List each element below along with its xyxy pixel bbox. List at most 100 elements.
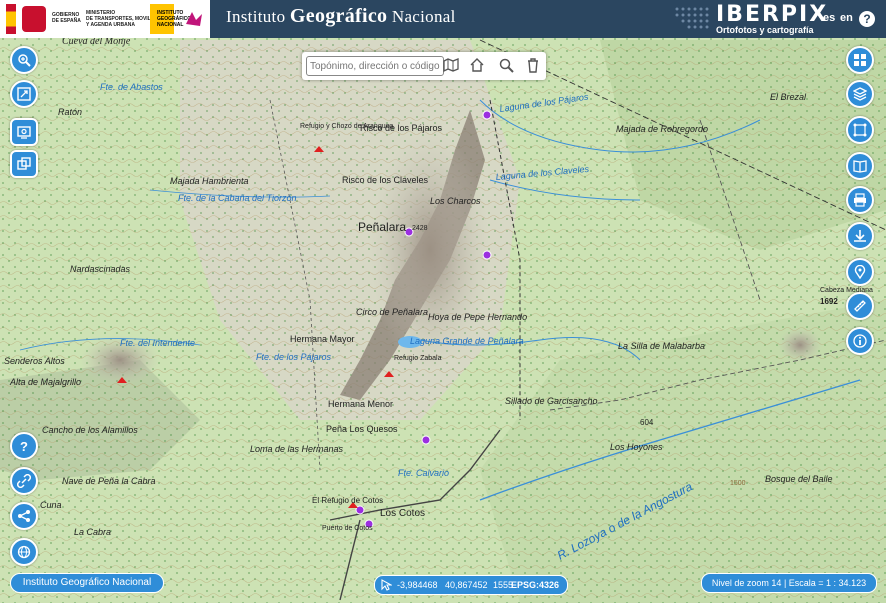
route-marker[interactable] [482,250,492,260]
svg-text:?: ? [20,439,28,453]
trash-icon[interactable] [525,57,541,73]
layers-button[interactable] [846,80,874,108]
search-input[interactable] [306,56,444,76]
map-label: Hoya de Pepe Hernando [428,312,527,322]
download-button[interactable] [846,222,874,250]
map-label: La Cabra [74,527,111,537]
coat-of-arms-icon [22,6,46,32]
book-map-icon [853,160,867,173]
measure-button[interactable] [846,292,874,320]
map-label: El Refugio de Cotos [312,496,383,505]
map-label: Majada Hambrienta [170,176,249,186]
lang-es-link[interactable]: es [823,12,835,24]
printer-icon [854,193,866,207]
map-label: Bosque del Baile [765,474,833,484]
map-label: Peñalara [358,220,406,234]
globe-icon [17,545,31,559]
map-label: 1692 [820,297,838,306]
route-marker[interactable] [421,435,431,445]
print-button[interactable] [846,186,874,214]
coord-epsg: EPSG:4326 [511,580,560,590]
map-label: La Silla de Malabarba [618,341,705,351]
map-label: Circo de Peñalara [356,307,428,317]
share-button[interactable] [10,502,38,530]
map-label: Loma de las Hermanas [250,444,344,454]
map-label: Majada de Robregordo [616,124,708,134]
help-button[interactable]: ? [859,11,875,27]
topographic-map[interactable]: Cueva del Monje Fte. de Abastos Ratón Re… [0,0,886,603]
compare-icon [17,157,31,170]
link-button[interactable] [10,467,38,495]
map-label: Nave de Peña la Cabra [62,476,156,486]
map-label: Los Cotos [380,508,425,519]
government-logo-block: GOBIERNO DE ESPAÑA MINISTERIO DE TRANSPO… [0,0,210,38]
ign-title-bold: Geográfico [289,5,388,27]
ign-title-suffix: Nacional [387,7,456,26]
screen-icon [17,126,31,139]
app-subtitle: Ortofotos y cartografía [716,25,814,35]
map-label: Cuna [40,500,62,510]
screen-button[interactable] [10,118,38,146]
zoom-scale-readout: Nivel de zoom 14 | Escala = 1 : 34.123 [701,573,877,593]
map-label: 2428 [412,225,428,232]
grid-menu-icon [854,54,866,66]
route-marker[interactable] [482,110,492,120]
gov-line: DE ESPAÑA [52,18,81,24]
draw-shape-icon [853,123,867,137]
zoom-in-button[interactable] [10,46,38,74]
map-label: Refugio Zabala [394,355,442,362]
map-label: Fte. de la Cabaña del Tiorzón [178,193,297,203]
map-label: Los Charcos [430,196,481,206]
ign-home-link[interactable]: Instituto Geográfico Nacional [10,573,164,593]
map-label: Laguna Grande de Peñalara [410,336,524,346]
spain-flag-icon [6,4,16,34]
ruler-icon [854,300,866,312]
map-label: Ratón [58,107,82,117]
map-label: 604 [640,418,654,427]
app-name: IBERPIX [716,2,829,27]
compare-button[interactable] [10,150,38,178]
map-catalog-button[interactable] [846,152,874,180]
ign-title-prefix: Instituto [226,7,290,26]
map-label: Peña Los Quesos [326,424,398,434]
map-label: Senderos Altos [4,356,65,366]
lang-en-link[interactable]: en [840,12,853,24]
coordinates-search-icon[interactable] [498,57,514,73]
cursor-icon [381,579,392,591]
coord-longitude: -3,984468 [397,580,438,590]
help-map-button[interactable]: ? [10,432,38,460]
map-label: Risco de los Claveles [342,175,429,185]
map-label: Hermana Menor [328,399,393,409]
info-button[interactable] [846,327,874,355]
coordinates-readout: -3,984468 40,867452 1555 EPSG:4326 [374,575,568,595]
download-icon [854,230,866,242]
map-label: Sillado de Garcisancho [505,396,598,406]
draw-button[interactable] [846,116,874,144]
dot-grid-icon [675,7,709,29]
map-label: El Brezal [770,92,807,102]
info-icon [853,334,867,348]
app-header: GOBIERNO DE ESPAÑA MINISTERIO DE TRANSPO… [0,0,886,38]
map-label: Fte. de los Pájaros [256,352,332,362]
map-label: Nardascinadas [70,264,131,274]
help-icon: ? [20,439,28,453]
menu-button[interactable] [846,46,874,74]
map-label: Risco de los Pájaros [360,123,443,133]
map-label: 1500 [730,480,746,487]
full-extent-button[interactable] [10,80,38,108]
cadastre-search-icon[interactable] [469,57,485,73]
search-toolbar [302,52,546,80]
location-button[interactable] [846,258,874,286]
coord-latitude: 40,867452 [445,580,488,590]
extent-icon [17,87,31,101]
map-search-icon[interactable] [443,57,459,73]
map-label: Cancho de los Alamillos [42,425,138,435]
globe-button[interactable] [10,538,38,566]
map-label: Fte. del Intendente [120,338,195,348]
layers-icon [853,87,867,101]
map-label: Fte. Calvario [398,468,449,478]
map-label: Los Hoyones [610,442,663,452]
map-label: Fte. de Abastos [100,82,163,92]
share-icon [18,510,30,522]
map-label: Puerto de Cotos [322,525,373,532]
